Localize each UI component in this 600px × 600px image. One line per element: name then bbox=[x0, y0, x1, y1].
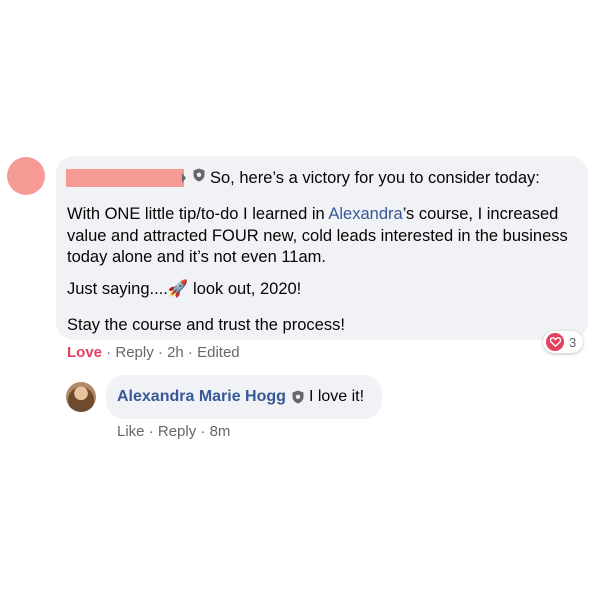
rocket-icon: 🚀 bbox=[167, 280, 189, 298]
comment-line-2: With ONE little tip/to-do I learned in A… bbox=[67, 204, 558, 224]
reply-actions: Like · Reply · 8m bbox=[117, 423, 230, 440]
comment-line-5: Just saying....🚀 look out, 2020! bbox=[67, 279, 301, 299]
comment-line-4: today alone and it’s not even 11am. bbox=[67, 248, 326, 266]
comment-line-6: Stay the course and trust the process! bbox=[67, 316, 345, 334]
shield-icon bbox=[193, 168, 205, 182]
shield-icon bbox=[292, 390, 304, 404]
comment-text: With ONE little tip/to-do I learned in bbox=[67, 205, 329, 223]
reply-timestamp[interactable]: 8m bbox=[210, 423, 231, 440]
separator: · bbox=[144, 423, 158, 440]
comment-text: Just saying.... bbox=[67, 280, 168, 298]
reply-author-link[interactable]: Alexandra Marie Hogg bbox=[117, 388, 286, 406]
comment-line-1: So, here’s a victory for you to consider… bbox=[210, 169, 540, 187]
edited-label: Edited bbox=[197, 344, 240, 361]
comment-line-3: value and attracted FOUR new, cold leads… bbox=[67, 227, 568, 245]
separator: · bbox=[196, 423, 210, 440]
separator: · bbox=[153, 344, 168, 361]
reaction-summary[interactable]: 3 bbox=[543, 331, 584, 353]
comment-actions: Love · Reply · 2h · Edited bbox=[67, 344, 240, 361]
love-button[interactable]: Love bbox=[67, 344, 102, 361]
comment-timestamp[interactable]: 2h bbox=[167, 344, 184, 361]
reply-content: Alexandra Marie Hogg I love it! bbox=[117, 388, 364, 406]
caret-right-icon bbox=[182, 173, 186, 183]
comment-text: look out, 2020! bbox=[188, 280, 302, 298]
reply-avatar[interactable] bbox=[66, 382, 96, 412]
reaction-count: 3 bbox=[569, 334, 577, 350]
reply-button[interactable]: Reply bbox=[115, 344, 153, 361]
mention-link[interactable]: Alexandra bbox=[328, 205, 402, 223]
like-button[interactable]: Like bbox=[117, 423, 145, 440]
separator: · bbox=[102, 344, 116, 361]
redacted-author-name bbox=[66, 169, 184, 187]
comment-text: ’s course, I increased bbox=[402, 205, 559, 223]
separator: · bbox=[183, 344, 198, 361]
heart-icon bbox=[546, 333, 564, 351]
reply-text: I love it! bbox=[308, 388, 365, 405]
reply-button[interactable]: Reply bbox=[158, 423, 196, 440]
commenter-avatar[interactable] bbox=[7, 157, 45, 195]
